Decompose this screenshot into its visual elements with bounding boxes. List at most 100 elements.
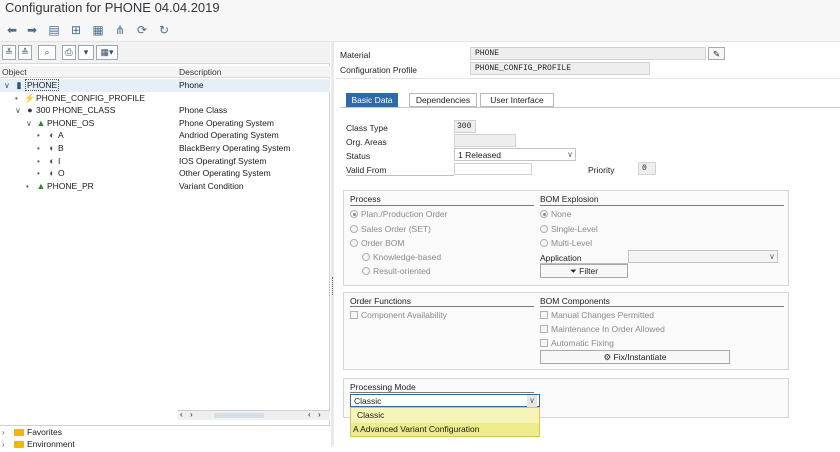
tree-row[interactable]: ∨ ▮ PHONE Phone [0,79,330,92]
tab-strip-line [340,107,840,108]
tab-user-interface[interactable]: User Interface [480,93,554,107]
tree-node-description: IOS Operatingf System [179,155,267,166]
tree-row[interactable]: • ◐ B BlackBerry Operating System [0,142,330,155]
splitter-grip[interactable] [332,277,334,295]
sync-icon[interactable]: ↻ [156,22,172,38]
class-icon: ● [27,105,33,116]
arrow-right-icon[interactable]: ➡ [24,22,40,38]
tree-node-label: PHONE_OS [47,117,95,128]
header-divider [336,78,840,79]
tree-row[interactable]: • ▲ PHONE_PR Variant Condition [0,180,330,193]
panel-splitter[interactable] [331,42,334,447]
tree-row[interactable]: • ◐ O Other Operating System [0,167,330,180]
expand-all-icon[interactable]: ≚ [2,45,16,60]
tree-node[interactable]: ∨ ▮ PHONE [4,79,60,93]
component-availability-checkbox[interactable]: Component Availability [350,310,447,320]
print-icon[interactable]: ⎙ [62,45,76,60]
tree-row[interactable]: ∨ ● 300 PHONE_CLASS Phone Class [0,104,330,117]
tree-node[interactable]: • ◐ I [37,155,60,169]
radio-icon [350,239,358,247]
processing-mode-option-advanced[interactable]: A Advanced Variant Configuration [351,423,539,436]
layout-icon[interactable]: ▾ [78,45,94,60]
collapse-all-icon[interactable]: ≙ [18,45,32,60]
tree-node[interactable]: • ◐ O [37,167,65,181]
manual-changes-checkbox[interactable]: Manual Changes Permitted [540,310,654,320]
scroll-left-icon[interactable]: ‹ [180,410,183,419]
arrow-left-icon[interactable]: ⬅ [4,22,20,38]
column-header-object[interactable]: Object [0,66,178,78]
tree-node-label: O [58,168,65,179]
display-list-icon[interactable]: ▤ [46,22,62,38]
horizontal-scrollbar[interactable]: ‹ › ‹ › [178,410,330,420]
process-suboption-result-oriented[interactable]: Result-oriented [362,266,431,276]
process-option-sales-order[interactable]: Sales Order (SET) [350,224,431,234]
refresh-icon[interactable]: ⟳ [134,22,150,38]
edit-pencil-icon[interactable]: ✎ [708,47,725,60]
priority-field[interactable]: 0 [638,162,656,175]
process-option-plan-production[interactable]: Plan./Production Order [350,209,447,219]
scroll-right-end-icon[interactable]: › [318,410,321,419]
order-functions-title-line [350,306,534,307]
tab-dependencies[interactable]: Dependencies [409,93,477,107]
nav-item-favorites[interactable]: › Favorites [2,426,62,439]
window-title: Configuration for PHONE 04.04.2019 [0,0,840,18]
nav-item-environment[interactable]: › Environment [2,438,75,451]
tree-node-label: PHONE_CONFIG_PROFILE [36,92,146,103]
tree-icon[interactable]: ⋔ [112,22,128,38]
find-icon[interactable]: ⌕ [38,45,56,60]
tree-toolbar: ≚ ≙ ⌕ ⎙ ▾ ▦▾ [0,42,330,64]
table-settings-icon[interactable]: ▦▾ [96,45,118,60]
scroll-thumb[interactable] [214,413,264,418]
process-suboption-knowledge-based[interactable]: Knowledge-based [362,252,441,262]
org-areas-label: Org. Areas [346,137,387,147]
tree-node-label: 300 PHONE_CLASS [36,105,116,116]
processing-mode-select[interactable]: Classic ∨ [350,394,540,407]
tree-node-description: Variant Condition [179,180,244,191]
tree-node[interactable]: ∨ ▲ PHONE_OS [26,117,94,131]
tree-row[interactable]: ∨ ▲ PHONE_OS Phone Operating System [0,117,330,130]
material-icon: ▮ [16,80,22,90]
profile-icon: ⚡ [24,92,36,103]
processing-mode-option-classic[interactable]: Classic [351,409,539,422]
table-icon[interactable]: ▦ [90,22,106,38]
maintenance-in-order-checkbox[interactable]: Maintenance In Order Allowed [540,324,665,334]
tree-node[interactable]: • ◐ A [37,129,64,143]
bom-option-none[interactable]: None [540,209,571,219]
material-field[interactable]: PHONE [470,47,706,60]
tree-node-description: Phone Class [179,105,228,116]
filter-button[interactable]: ⏷ Filter [540,264,628,278]
valid-from-field[interactable] [454,163,532,175]
tree-node[interactable]: • ◐ B [37,142,64,156]
tree-node-label: A [58,130,64,141]
tree-node[interactable]: ∨ ● 300 PHONE_CLASS [15,104,115,118]
priority-label: Priority [588,165,615,175]
column-header-description[interactable]: Description [178,66,330,78]
processing-mode-dropdown-menu: Classic A Advanced Variant Configuration [350,407,540,437]
bom-option-single-level[interactable]: Single-Level [540,224,598,234]
class-type-field[interactable]: 300 [454,120,476,133]
scroll-right-icon[interactable]: › [190,410,193,419]
radio-icon [540,210,548,218]
automatic-fixing-checkbox[interactable]: Automatic Fixing [540,338,614,348]
filter-icon: ⏷ [569,266,577,276]
bom-option-multi-level[interactable]: Multi-Level [540,238,592,248]
bom-explosion-title: BOM Explosion [540,194,599,204]
process-option-order-bom[interactable]: Order BOM [350,238,404,248]
tree-row[interactable]: • ◐ I IOS Operatingf System [0,155,330,168]
hierarchy-icon[interactable]: ⊞ [68,22,84,38]
value-icon: ◐ [49,143,55,153]
radio-icon [362,253,370,261]
fix-instantiate-button[interactable]: ⚙ Fix/Instantiate [540,350,730,364]
org-areas-field[interactable] [454,134,516,147]
tree-node-description: Other Operating System [179,168,271,179]
tree-node-label: PHONE_PR [47,180,94,191]
tab-basic-data[interactable]: Basic Data [346,93,398,107]
application-select[interactable]: ∨ [628,250,778,263]
tree-node[interactable]: • ▲ PHONE_PR [26,180,94,194]
status-select[interactable]: 1 Released ∨ [454,148,576,161]
scroll-left-end-icon[interactable]: ‹ [308,410,311,419]
tree-row[interactable]: • ◐ A Andriod Operating System [0,129,330,142]
configuration-profile-field[interactable]: PHONE_CONFIG_PROFILE [470,62,650,75]
tree-row[interactable]: • ⚡PHONE_CONFIG_PROFILE [0,92,330,105]
tree-node[interactable]: • ⚡PHONE_CONFIG_PROFILE [15,92,145,106]
